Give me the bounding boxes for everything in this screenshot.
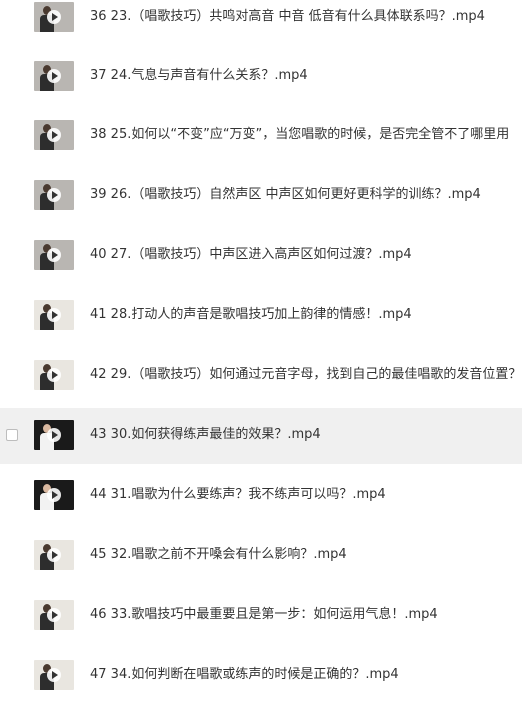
play-icon	[47, 308, 61, 322]
file-name[interactable]: 39 26.（唱歌技巧）自然声区 中声区如何更好更科学的训练？.mp4	[90, 186, 522, 204]
file-name[interactable]: 41 28.打动人的声音是歌唱技巧加上韵律的情感！.mp4	[90, 306, 522, 324]
file-row[interactable]: 41 28.打动人的声音是歌唱技巧加上韵律的情感！.mp4	[0, 288, 522, 344]
file-row[interactable]: 44 31.唱歌为什么要练声？我不练声可以吗？.mp4	[0, 468, 522, 524]
play-icon	[47, 248, 61, 262]
file-name[interactable]: 40 27.（唱歌技巧）中声区进入高声区如何过渡？.mp4	[90, 246, 522, 264]
video-thumbnail[interactable]	[34, 180, 74, 210]
file-name[interactable]: 37 24.气息与声音有什么关系？.mp4	[90, 67, 522, 85]
video-thumbnail[interactable]	[34, 660, 74, 690]
play-icon	[47, 428, 61, 442]
play-icon	[47, 488, 61, 502]
file-name[interactable]: 47 34.如何判断在唱歌或练声的时候是正确的？.mp4	[90, 666, 522, 684]
file-row[interactable]: 47 34.如何判断在唱歌或练声的时候是正确的？.mp4	[0, 648, 522, 704]
video-thumbnail[interactable]	[34, 420, 74, 450]
play-icon	[47, 668, 61, 682]
play-icon	[47, 368, 61, 382]
file-name[interactable]: 44 31.唱歌为什么要练声？我不练声可以吗？.mp4	[90, 486, 522, 504]
play-icon	[47, 608, 61, 622]
file-name[interactable]: 36 23.（唱歌技巧）共鸣对高音 中音 低音有什么具体联系吗？.mp4	[90, 8, 522, 26]
video-thumbnail[interactable]	[34, 480, 74, 510]
video-thumbnail[interactable]	[34, 120, 74, 150]
video-thumbnail[interactable]	[34, 540, 74, 570]
play-icon	[47, 10, 61, 24]
video-thumbnail[interactable]	[34, 240, 74, 270]
play-icon	[47, 69, 61, 83]
file-row[interactable]: 36 23.（唱歌技巧）共鸣对高音 中音 低音有什么具体联系吗？.mp4	[0, 0, 522, 46]
file-row[interactable]: 42 29.（唱歌技巧）如何通过元音字母，找到自己的最佳唱歌的发音位置？.m	[0, 348, 522, 404]
file-name[interactable]: 43 30.如何获得练声最佳的效果？.mp4	[90, 426, 522, 444]
file-row[interactable]: 40 27.（唱歌技巧）中声区进入高声区如何过渡？.mp4	[0, 228, 522, 284]
video-thumbnail[interactable]	[34, 600, 74, 630]
file-row[interactable]: 37 24.气息与声音有什么关系？.mp4	[0, 49, 522, 105]
play-icon	[47, 188, 61, 202]
file-row[interactable]: 45 32.唱歌之前不开嗓会有什么影响？.mp4	[0, 528, 522, 584]
file-row[interactable]: 43 30.如何获得练声最佳的效果？.mp4	[0, 408, 522, 464]
row-checkbox[interactable]	[6, 429, 18, 441]
video-thumbnail[interactable]	[34, 360, 74, 390]
file-row[interactable]: 39 26.（唱歌技巧）自然声区 中声区如何更好更科学的训练？.mp4	[0, 168, 522, 224]
video-thumbnail[interactable]	[34, 2, 74, 32]
play-icon	[47, 548, 61, 562]
file-row[interactable]: 38 25.如何以“不变”应“万变”，当您唱歌的时候，是否完全管不了哪里用	[0, 108, 522, 164]
file-name[interactable]: 45 32.唱歌之前不开嗓会有什么影响？.mp4	[90, 546, 522, 564]
play-icon	[47, 128, 61, 142]
file-name[interactable]: 38 25.如何以“不变”应“万变”，当您唱歌的时候，是否完全管不了哪里用	[90, 126, 522, 144]
file-list: 36 23.（唱歌技巧）共鸣对高音 中音 低音有什么具体联系吗？.mp4 37 …	[0, 0, 522, 717]
video-thumbnail[interactable]	[34, 61, 74, 91]
file-row[interactable]: 46 33.歌唱技巧中最重要且是第一步：如何运用气息！.mp4	[0, 588, 522, 644]
video-thumbnail[interactable]	[34, 300, 74, 330]
file-name[interactable]: 46 33.歌唱技巧中最重要且是第一步：如何运用气息！.mp4	[90, 606, 522, 624]
file-name[interactable]: 42 29.（唱歌技巧）如何通过元音字母，找到自己的最佳唱歌的发音位置？.m	[90, 366, 522, 384]
